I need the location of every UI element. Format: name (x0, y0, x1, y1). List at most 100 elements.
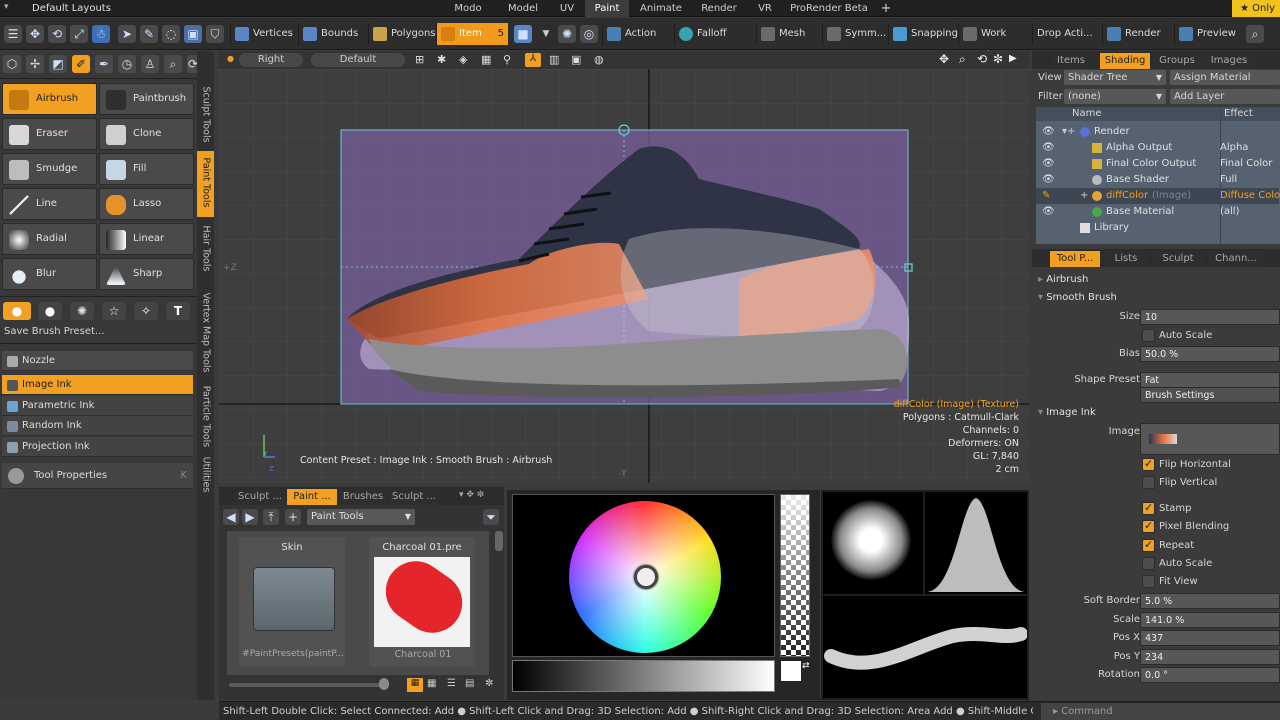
mesh-constraint-button[interactable]: Mesh C ... (756, 23, 814, 61)
foreground-color-swatch[interactable] (780, 660, 802, 682)
clock-icon[interactable]: ◷ (118, 55, 136, 73)
paintbrush-tool[interactable]: Paintbrush (99, 83, 194, 115)
viewport-menu-dot-icon[interactable]: ● (227, 54, 234, 63)
command-line-input[interactable]: ▸ Command (1041, 703, 1280, 720)
list-view-icon[interactable]: ☰ (447, 678, 456, 689)
filter-funnel-icon[interactable]: ⏷ (483, 509, 499, 525)
tree-row-library[interactable]: Library (1036, 220, 1279, 236)
flip-vertical-checkbox[interactable] (1142, 476, 1155, 489)
vertices-button[interactable]: Vertices (230, 23, 296, 45)
scale-icon[interactable]: ⤢ (70, 25, 88, 43)
preset-item-charcoal[interactable]: Charcoal 01.pre Charcoal 01 (369, 537, 475, 667)
tab-sculpt[interactable]: Sculpt (1152, 251, 1204, 267)
layout-menu-icon[interactable]: ▾ (4, 2, 16, 14)
back-icon[interactable]: ◀ (223, 509, 239, 525)
paint-brush-icon[interactable]: ✎ (1042, 188, 1050, 204)
tree-row-base-shader[interactable]: 👁Base ShaderFull Shading (1036, 172, 1279, 201)
pos-x-field[interactable]: 437 (1140, 630, 1280, 646)
sphere-icon[interactable]: ◍ (594, 53, 604, 66)
scale-field[interactable]: 141.0 % (1140, 612, 1280, 628)
workplane-icon[interactable]: ⚲ (503, 53, 511, 66)
star-brush-icon[interactable]: ☆ (102, 302, 126, 320)
tree-row-final-color-output[interactable]: 👁 Final Color Output Final Color (1036, 156, 1279, 172)
stamp-checkbox[interactable] (1142, 501, 1155, 515)
lasso-select-icon[interactable]: ◌ (162, 25, 180, 43)
flip-horizontal-checkbox[interactable] (1142, 457, 1155, 471)
repeat-checkbox[interactable] (1142, 538, 1155, 552)
fit-view-checkbox[interactable] (1142, 575, 1155, 588)
tile-view-icon[interactable]: ▦ (427, 678, 436, 689)
rotate-icon[interactable]: ⟲ (48, 25, 66, 43)
smooth-icon[interactable]: ◩ (49, 55, 67, 73)
preset-folder-dropdown[interactable]: Paint Tools ▼ (307, 509, 415, 525)
text-tool-icon[interactable]: T (166, 302, 190, 320)
eye-icon[interactable]: 👁 (1042, 140, 1055, 156)
preset-scrollbar[interactable] (495, 531, 503, 551)
preview-button[interactable]: Preview (1174, 23, 1240, 45)
tab-prorender[interactable]: ProRender Beta (785, 0, 873, 17)
3d-viewport[interactable]: ● Right Default ⊞ ✱ ◈ ▦ ⚲ ⅄ ▥ ▣ ◍ ✥ ⌕ ⟲ … (219, 51, 1029, 483)
eye-icon[interactable]: 👁 (1042, 204, 1055, 220)
grid-icon[interactable]: ✢ (26, 55, 44, 73)
size-field[interactable]: 10 (1140, 309, 1280, 325)
texture-icon[interactable]: ▦ (481, 53, 491, 66)
eraser-tool[interactable]: Eraser (2, 118, 97, 150)
axis-icon[interactable]: ⅄ (525, 53, 541, 67)
stamp-icon[interactable]: ♙ (141, 55, 159, 73)
add-folder-icon[interactable]: + (285, 509, 301, 525)
thumbnail-size-handle[interactable] (379, 678, 389, 690)
symmetry-button[interactable]: Symm... (822, 23, 886, 45)
tool-properties-button[interactable]: Tool Properties K (2, 463, 193, 489)
auto-scale-checkbox[interactable] (1142, 329, 1155, 342)
image-ink-section[interactable]: ▾ Image Ink (1038, 405, 1280, 421)
photo-icon[interactable]: ▣ (571, 53, 581, 66)
viewport-expand-icon[interactable]: ▶ (1009, 53, 1017, 64)
view-type-dropdown[interactable]: Right (239, 53, 303, 67)
eye-icon[interactable]: 👁 (1042, 124, 1055, 140)
alpha-strip[interactable] (780, 494, 810, 657)
tab-model[interactable]: Model (497, 0, 549, 17)
tab-brushes[interactable]: Brushes (339, 489, 387, 505)
tab-paint-presets[interactable]: Paint ... (287, 489, 337, 505)
blur-tool[interactable]: Blur (2, 258, 97, 290)
expand-icon[interactable]: ▾+ (1062, 124, 1075, 140)
pixel-blending-checkbox[interactable] (1142, 519, 1155, 533)
shield-icon[interactable]: ⛉ (206, 25, 224, 43)
item-button[interactable]: Item 5 (436, 23, 508, 45)
tree-row-alpha-output[interactable]: 👁 Alpha Output Alpha (1036, 140, 1279, 156)
forward-icon[interactable]: ▶ (242, 509, 258, 525)
tab-sculpt-presets-2[interactable]: Sculpt ... (389, 489, 439, 505)
tab-items[interactable]: Items (1052, 53, 1090, 69)
falloff-button[interactable]: Falloff (674, 23, 754, 45)
snapping-button[interactable]: Snapping (888, 23, 958, 45)
settings-gear-icon[interactable]: ✼ (485, 678, 493, 689)
procedural-icon[interactable]: ✧ (134, 302, 158, 320)
tab-hair-tools[interactable]: Hair Tools (197, 217, 214, 283)
tab-images[interactable]: Images (1204, 53, 1254, 69)
tree-row-base-material[interactable]: 👁 Base Material (all) (1036, 204, 1279, 220)
bounds-button[interactable]: Bounds (298, 23, 366, 45)
select-menu-icon[interactable]: ☰ (4, 25, 22, 43)
paint-brush-icon[interactable]: ✐ (72, 55, 90, 73)
color-wheel-area[interactable] (512, 494, 775, 657)
bias-field[interactable]: 50.0 % (1140, 346, 1280, 362)
drop-action-button[interactable]: Drop Acti... (1032, 23, 1096, 45)
airbrush-tool[interactable]: Airbrush (2, 83, 97, 115)
parametric-ink-item[interactable]: Parametric Ink (2, 396, 193, 416)
pan-icon[interactable]: ✥ (939, 52, 949, 66)
only-toggle[interactable]: ★ Only (1232, 0, 1280, 17)
figure-icon[interactable]: ☃ (92, 25, 110, 43)
pos-y-field[interactable]: 234 (1140, 649, 1280, 665)
save-brush-preset-button[interactable]: Save Brush Preset... (4, 326, 104, 337)
sculpt-icon[interactable]: ⬡ (3, 55, 21, 73)
viewport-settings-icon[interactable]: ✼ (993, 52, 1003, 66)
tab-sculpt-presets[interactable]: Sculpt ... (235, 489, 285, 505)
view-dropdown[interactable]: Shader Tree ▼ (1064, 70, 1166, 85)
splatter-icon[interactable]: ✺ (70, 302, 94, 320)
lasso-tool[interactable]: Lasso (99, 188, 194, 220)
grid-display-icon[interactable]: ⊞ (415, 53, 424, 66)
cube-icon[interactable]: ■ (514, 25, 532, 43)
tab-animate[interactable]: Animate (631, 0, 691, 17)
tree-row-render[interactable]: 👁 ▾+ Render (1036, 124, 1279, 140)
zoom-view-icon[interactable]: ⌕ (959, 52, 966, 67)
